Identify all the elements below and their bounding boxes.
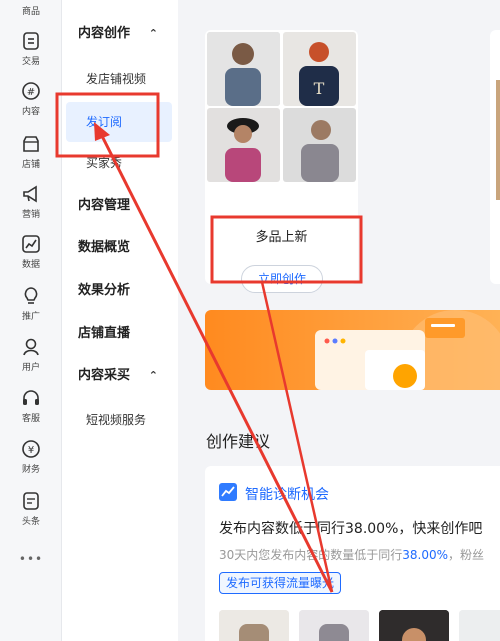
chart-icon: [22, 235, 40, 253]
menu-group-label: 效果分析: [78, 283, 131, 298]
trade-icon: [23, 32, 39, 50]
rail-item-product[interactable]: 商品: [0, 0, 62, 17]
template-card[interactable]: T 多品上新 立即创作: [205, 30, 358, 293]
diagnosis-sub-value: 38.00%: [402, 548, 449, 562]
megaphone-icon: [23, 185, 37, 203]
rail-label: 客服: [21, 414, 40, 424]
trend-icon: [219, 483, 237, 501]
create-now-button[interactable]: 立即创作: [241, 265, 323, 293]
product-photo: [207, 32, 280, 106]
menu-item-label: 发店铺视频: [86, 72, 147, 86]
rail-label: 交易: [21, 57, 40, 67]
rail-item-promotion[interactable]: 推广: [0, 285, 62, 322]
diagnosis-sub-text: 30天内您发布内容的数量低于同行38.00%，粉丝: [219, 546, 484, 563]
rail-label: 商品: [21, 7, 40, 17]
suggestion-thumbnail[interactable]: [299, 610, 369, 641]
diagnosis-sub-suffix: ，粉丝: [448, 548, 485, 562]
diagnosis-sub-prefix: 30天内您发布内容的数量低于同行: [219, 548, 403, 562]
suggestion-thumbnail[interactable]: [379, 610, 449, 641]
rail-label: 数据: [21, 260, 40, 270]
diagnosis-card: 智能诊断机会 发布内容数低于同行38.00%，快来创作吧 30天内您发布内容的数…: [205, 466, 500, 641]
menu-group-label: 内容创作: [78, 26, 131, 41]
rail-item-more[interactable]: •••: [0, 550, 62, 566]
menu-item-buyer-show[interactable]: 买家秀: [62, 152, 178, 174]
menu-group-store-live[interactable]: 店铺直播: [62, 323, 178, 345]
hash-icon: #: [22, 82, 40, 100]
menu-group-content-purchase[interactable]: 内容采买 ⌃: [62, 365, 178, 387]
menu-group-effect-analysis[interactable]: 效果分析: [62, 280, 178, 302]
side-card-preview[interactable]: [490, 30, 500, 284]
rail-item-shop[interactable]: 店铺: [0, 133, 62, 170]
more-icon: •••: [18, 552, 44, 566]
promo-banner[interactable]: [205, 310, 500, 390]
svg-text:#: #: [27, 87, 35, 98]
rail-label: 内容: [21, 107, 40, 117]
rail-item-user[interactable]: 用户: [0, 336, 62, 373]
menu-group-content-creation[interactable]: 内容创作 ⌃: [62, 23, 178, 45]
traffic-exposure-tag[interactable]: 发布可获得流量曝光: [219, 572, 342, 594]
rail-item-headline[interactable]: 头条: [0, 490, 62, 527]
shop-icon: [23, 136, 39, 152]
product-photo: T: [283, 32, 356, 106]
menu-item-short-video-service[interactable]: 短视频服务: [62, 409, 178, 431]
rail-label: 财务: [21, 465, 40, 475]
menu-group-label: 内容采买: [78, 368, 131, 383]
section-title: 创作建议: [206, 432, 271, 451]
yen-icon: ¥: [22, 440, 40, 458]
app-root: 商品 交易 # 内容 店铺 营销 数据 推广 用户 客服 ¥ 财务 头条 •••…: [0, 0, 500, 641]
menu-item-store-video[interactable]: 发店铺视频: [62, 68, 178, 90]
rail-item-marketing[interactable]: 营销: [0, 183, 62, 220]
svg-text:¥: ¥: [28, 445, 34, 456]
rail-label: 店铺: [21, 160, 40, 170]
menu-item-label: 买家秀: [86, 156, 123, 170]
rail-label: 用户: [21, 363, 40, 373]
icon-rail: 商品 交易 # 内容 店铺 营销 数据 推广 用户 客服 ¥ 财务 头条 •••: [0, 0, 62, 641]
rail-item-content[interactable]: # 内容: [0, 80, 62, 117]
product-photo: [207, 108, 280, 182]
menu-group-content-manage[interactable]: 内容管理: [62, 195, 178, 217]
rail-item-data[interactable]: 数据: [0, 233, 62, 270]
diagnosis-title: 智能诊断机会: [245, 487, 329, 503]
diagnosis-main-text: 发布内容数低于同行38.00%，快来创作吧: [219, 521, 483, 537]
menu-item-subscribe[interactable]: 发订阅: [66, 102, 172, 142]
product-photo: [283, 108, 356, 182]
headset-icon: [23, 390, 39, 405]
rail-item-trade[interactable]: 交易: [0, 30, 62, 67]
menu-item-label: 短视频服务: [86, 413, 147, 427]
chevron-up-icon: ⌃: [148, 27, 158, 40]
rail-label: 头条: [21, 517, 40, 527]
suggestion-thumbnail[interactable]: [459, 610, 500, 641]
rail-label: 营销: [21, 210, 40, 220]
menu-group-label: 数据概览: [78, 240, 131, 255]
card-title: 多品上新: [255, 230, 308, 245]
rail-item-service[interactable]: 客服: [0, 387, 62, 424]
svg-text:T: T: [314, 79, 325, 98]
menu-group-data-overview[interactable]: 数据概览: [62, 237, 178, 259]
rail-label: 推广: [21, 312, 40, 322]
menu-item-label: 发订阅: [86, 115, 123, 129]
chevron-up-icon: ⌃: [148, 369, 158, 382]
main-content: T 多品上新 立即创作 创作建议 智能诊断机会 发布内容数低于同行38.00%，…: [178, 0, 500, 641]
news-icon: [23, 492, 39, 510]
rail-item-finance[interactable]: ¥ 财务: [0, 438, 62, 475]
bulb-icon: [24, 287, 38, 304]
menu-group-label: 内容管理: [78, 198, 131, 213]
user-icon: [23, 338, 39, 356]
suggestion-thumbnail[interactable]: [219, 610, 289, 641]
menu-group-label: 店铺直播: [78, 326, 131, 341]
secondary-menu: 内容创作 ⌃ 发店铺视频 发订阅 买家秀 内容管理 数据概览 效果分析 店铺直播…: [62, 0, 178, 641]
